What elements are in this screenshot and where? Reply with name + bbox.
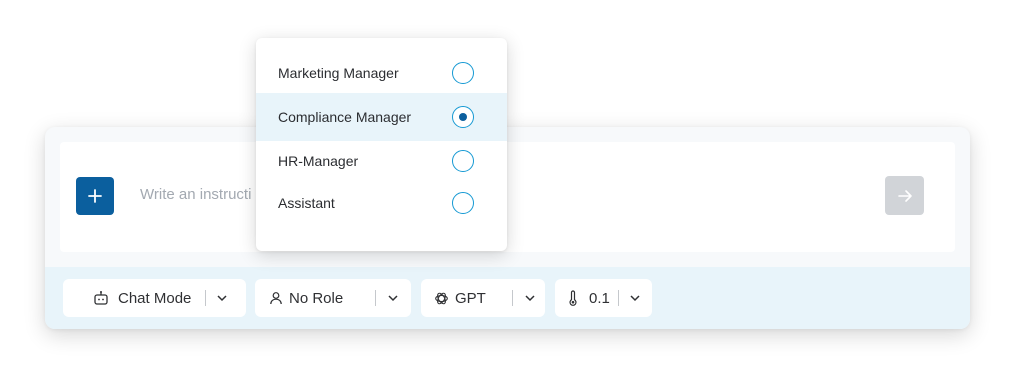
role-option-hr-manager[interactable]: HR-Manager [256, 139, 507, 183]
chat-mode-label: Chat Mode [118, 289, 192, 307]
send-button[interactable] [885, 176, 924, 215]
divider [375, 290, 377, 306]
chevron-down-icon[interactable] [216, 292, 228, 304]
role-option-label: HR-Manager [278, 153, 359, 169]
radio-button[interactable] [452, 62, 474, 84]
add-button[interactable] [76, 177, 114, 215]
arrow-right-icon [897, 189, 912, 202]
chevron-down-icon[interactable] [524, 292, 536, 304]
role-option-compliance-manager[interactable]: Compliance Manager [256, 93, 507, 141]
role-option-label: Compliance Manager [278, 109, 412, 125]
chat-composer-card: Write an instructi Chat Mode No Role GPT… [45, 127, 970, 329]
role-option-label: Assistant [278, 195, 335, 211]
divider [205, 290, 207, 306]
divider [617, 290, 619, 306]
user-icon [269, 291, 283, 305]
role-option-assistant[interactable]: Assistant [256, 181, 507, 225]
message-placeholder: Write an instructi [140, 186, 252, 203]
radio-button-selected[interactable] [452, 106, 474, 128]
message-input-area[interactable]: Write an instructi [60, 142, 955, 252]
radio-button[interactable] [452, 150, 474, 172]
robot-icon [93, 290, 109, 306]
role-option-label: Marketing Manager [278, 65, 399, 81]
chevron-down-icon[interactable] [629, 292, 641, 304]
divider [511, 290, 513, 306]
role-dropdown-menu: Marketing Manager Compliance Manager HR-… [256, 38, 507, 251]
model-label: GPT [455, 289, 486, 307]
thermometer-icon [567, 290, 579, 306]
temperature-selector[interactable]: 0.1 [555, 279, 652, 317]
chat-mode-selector[interactable]: Chat Mode [63, 279, 246, 317]
model-selector[interactable]: GPT [421, 279, 545, 317]
composer-toolbar: Chat Mode No Role GPT 0.1 [45, 267, 970, 329]
plus-icon [88, 189, 102, 203]
openai-icon [434, 291, 449, 306]
chevron-down-icon[interactable] [387, 292, 399, 304]
role-option-marketing-manager[interactable]: Marketing Manager [256, 51, 507, 95]
radio-dot [459, 113, 467, 121]
role-selector[interactable]: No Role [255, 279, 411, 317]
temperature-value: 0.1 [589, 289, 610, 307]
radio-button[interactable] [452, 192, 474, 214]
role-label: No Role [289, 289, 344, 307]
